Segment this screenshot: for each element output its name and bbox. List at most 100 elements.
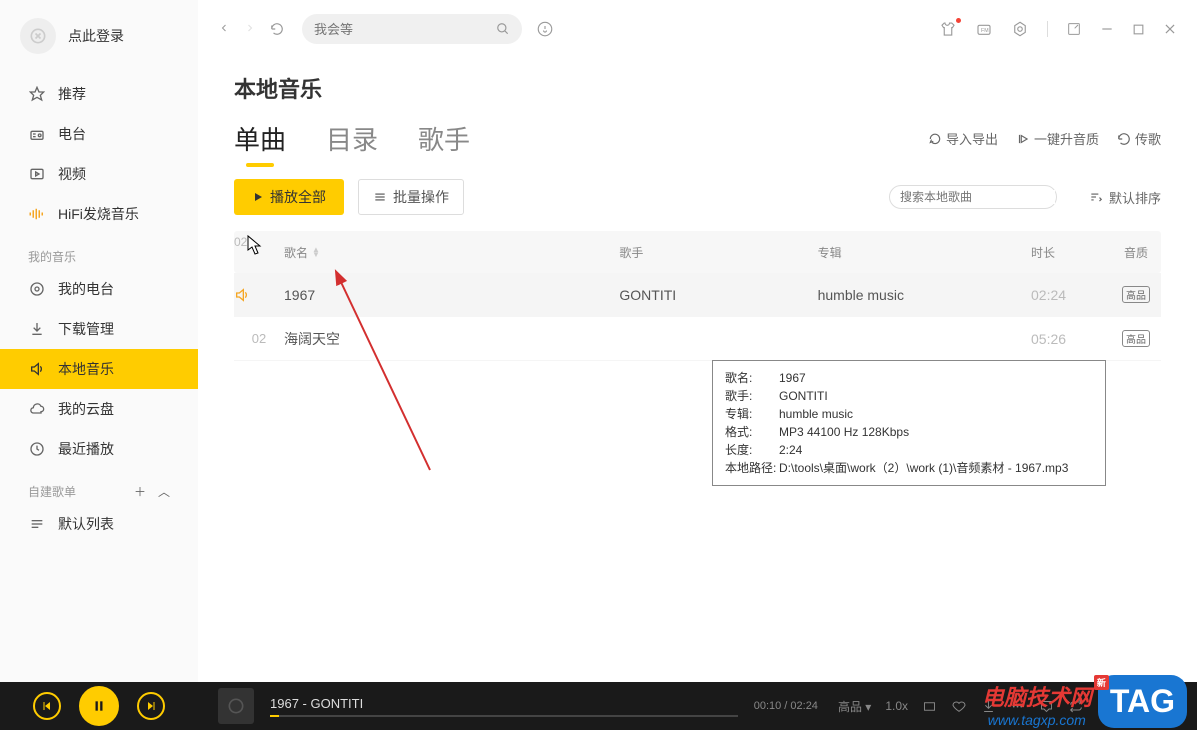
track-info-tooltip: 歌名:1967 歌手:GONTITI 专辑:humble music 格式:MP… (712, 360, 1106, 486)
star-icon (28, 85, 46, 103)
progress-bar[interactable] (270, 715, 738, 717)
settings-icon[interactable] (1011, 20, 1029, 38)
tab-songs[interactable]: 单曲 (234, 120, 286, 157)
main-area: FM 本地音乐 单曲 目录 歌手 导入导出 一键升音质 (198, 0, 1197, 682)
watermark: 电脑技术网 www.tagxp.com 新 TAG (982, 675, 1187, 728)
play-all-button[interactable]: 播放全部 (234, 179, 344, 215)
listen-identify-icon[interactable] (536, 20, 554, 38)
sidebar-item-cloud[interactable]: 我的云盘 (0, 389, 198, 429)
headphones-icon (28, 280, 46, 298)
login-area[interactable]: 点此登录 (0, 18, 198, 74)
prev-button[interactable] (33, 692, 61, 720)
collapse-icon[interactable]: ︿ (158, 483, 170, 500)
album-thumb[interactable] (218, 688, 254, 724)
favorite-icon[interactable] (951, 698, 967, 714)
sidebar-item-my-radio[interactable]: 我的电台 (0, 269, 198, 309)
col-album[interactable]: 专辑 (818, 244, 1031, 261)
logo-icon (20, 18, 56, 54)
page-title: 本地音乐 (234, 72, 1161, 104)
local-search-input[interactable] (900, 190, 1055, 204)
quality-indicator[interactable]: 高品 ▾ (838, 698, 871, 715)
download-icon (28, 320, 46, 338)
playlist-label: 自建歌单 (28, 483, 76, 500)
fullscreen-icon[interactable] (922, 699, 937, 714)
sidebar-item-recent[interactable]: 最近播放 (0, 429, 198, 469)
batch-button[interactable]: 批量操作 (358, 179, 464, 215)
nav-label: 我的电台 (58, 279, 114, 299)
hifi-icon (28, 205, 46, 223)
track-index: 02 (234, 331, 284, 346)
separator (1047, 21, 1048, 37)
sidebar-item-hifi[interactable]: HiFi发烧音乐 (0, 194, 198, 234)
speaker-icon (28, 360, 46, 378)
col-name[interactable]: 歌名▲▼ (284, 244, 619, 261)
tab-artists[interactable]: 歌手 (418, 120, 470, 157)
search-box[interactable] (302, 14, 522, 44)
track-name: 1967 (284, 287, 619, 303)
close-icon[interactable] (1163, 22, 1177, 36)
import-export-button[interactable]: 导入导出 (928, 129, 998, 148)
list-icon (28, 515, 46, 533)
maximize-icon[interactable] (1132, 23, 1145, 36)
track-duration: 02:24 (1031, 287, 1111, 303)
fm-icon[interactable]: FM (975, 20, 993, 38)
transfer-button[interactable]: 传歌 (1117, 129, 1161, 148)
nav-label: 最近播放 (58, 439, 114, 459)
col-artist[interactable]: 歌手 (619, 244, 817, 261)
col-duration[interactable]: 时长 (1031, 244, 1111, 261)
add-playlist-icon[interactable]: ＋ (134, 483, 146, 500)
nav-label: 默认列表 (58, 514, 114, 534)
topbar: FM (198, 0, 1197, 58)
nav-forward-icon[interactable] (244, 22, 256, 36)
playing-icon (234, 287, 284, 303)
time-display: 00:10 / 02:24 (754, 700, 818, 712)
col-quality[interactable]: 音质 (1111, 244, 1161, 261)
speed-indicator[interactable]: 1.0x (885, 699, 908, 713)
sidebar-item-radio[interactable]: 电台 (0, 114, 198, 154)
search-icon[interactable] (496, 22, 510, 36)
nav-label: 本地音乐 (58, 359, 114, 379)
skin-icon[interactable] (939, 20, 957, 38)
nav-label: 电台 (58, 124, 86, 144)
track-row[interactable]: 02 海阔天空 05:26 高品 (234, 317, 1161, 361)
svg-text:FM: FM (981, 28, 989, 34)
track-duration: 05:26 (1031, 331, 1111, 347)
video-icon (28, 165, 46, 183)
track-artist: GONTITI (619, 287, 817, 303)
sidebar-item-downloads[interactable]: 下载管理 (0, 309, 198, 349)
nav-back-icon[interactable] (218, 22, 230, 36)
sort-indicator-icon: ▲▼ (312, 247, 320, 257)
next-button[interactable] (137, 692, 165, 720)
my-music-label: 我的音乐 (0, 234, 198, 269)
sidebar-item-default-list[interactable]: 默认列表 (0, 504, 198, 544)
track-row[interactable]: 1967 GONTITI humble music 02:24 高品 (234, 273, 1161, 317)
content: 本地音乐 单曲 目录 歌手 导入导出 一键升音质 传歌 播放全部 (198, 58, 1197, 682)
track-album: humble music (818, 287, 1031, 303)
tabs: 单曲 目录 歌手 (234, 120, 470, 157)
login-text[interactable]: 点此登录 (68, 26, 124, 46)
pause-button[interactable] (79, 686, 119, 726)
quality-badge: 高品 (1122, 286, 1150, 303)
nav-label: 视频 (58, 164, 86, 184)
nav-label: HiFi发烧音乐 (58, 204, 139, 224)
quality-badge: 高品 (1122, 330, 1150, 347)
nav-label: 我的云盘 (58, 399, 114, 419)
playlist-header: 自建歌单 ＋ ︿ (0, 469, 198, 504)
watermark-cn: 电脑技术网 (982, 680, 1092, 712)
mini-mode-icon[interactable] (1066, 21, 1082, 37)
sort-button[interactable]: 默认排序 (1089, 188, 1161, 207)
sidebar: 点此登录 推荐 电台 视频 HiFi发烧音乐 我的音乐 我的电台 下载管理 (0, 0, 198, 682)
sidebar-item-recommend[interactable]: 推荐 (0, 74, 198, 114)
local-search-box[interactable] (889, 185, 1057, 209)
upgrade-quality-button[interactable]: 一键升音质 (1016, 129, 1099, 148)
radio-icon (28, 125, 46, 143)
sidebar-item-local-music[interactable]: 本地音乐 (0, 349, 198, 389)
search-input[interactable] (314, 22, 496, 37)
track-name: 海阔天空 (284, 329, 619, 349)
tab-dirs[interactable]: 目录 (326, 120, 378, 157)
now-playing-title: 1967 - GONTITI (270, 696, 738, 711)
nav-label: 推荐 (58, 84, 86, 104)
sidebar-item-video[interactable]: 视频 (0, 154, 198, 194)
refresh-icon[interactable] (270, 22, 284, 36)
minimize-icon[interactable] (1100, 22, 1114, 36)
